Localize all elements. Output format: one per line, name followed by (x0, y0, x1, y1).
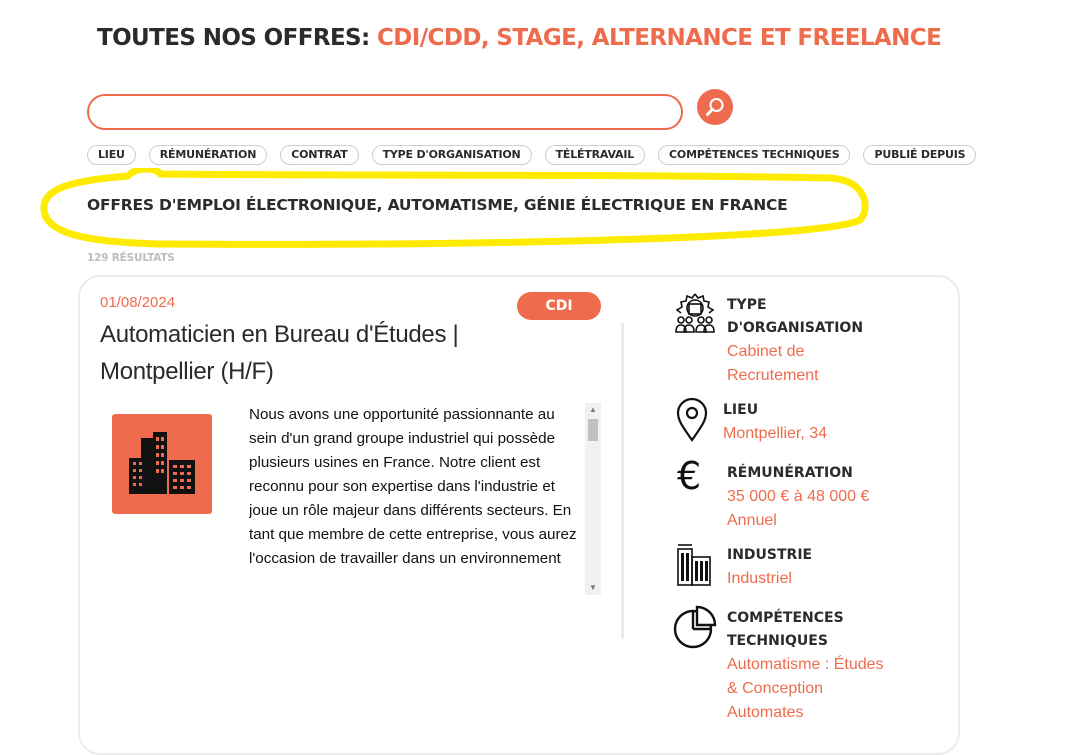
search-input[interactable] (87, 94, 683, 130)
job-description-text: Nous avons une opportunité passionnante … (249, 406, 577, 567)
competences-value-3: Automates (727, 704, 804, 721)
detail-remuneration: RÉMUNÉRATION 35 000 € à 48 000 € Annuel (727, 462, 869, 533)
filter-contrat[interactable]: CONTRAT (280, 145, 359, 165)
competences-label-1: COMPÉTENCES (727, 610, 844, 626)
industry-building-icon (677, 544, 711, 586)
industrie-value: Industriel (727, 570, 792, 587)
job-date: 01/08/2024 (100, 294, 176, 311)
filter-publie-depuis[interactable]: PUBLIÉ DEPUIS (863, 145, 977, 165)
filter-competences[interactable]: COMPÉTENCES TECHNIQUES (658, 145, 851, 165)
location-pin-icon (676, 398, 708, 442)
organisation-label-2: D'ORGANISATION (727, 320, 864, 336)
competences-value-1: Automatisme : Études (727, 656, 884, 673)
scroll-up-arrow-icon[interactable]: ▲ (585, 403, 601, 417)
results-count: 129 RÉSULTATS (87, 252, 175, 264)
page-title: TOUTES NOS OFFRES: CDI/CDD, STAGE, ALTER… (97, 25, 942, 51)
industrie-label: INDUSTRIE (727, 547, 813, 563)
detail-lieu: LIEU Montpellier, 34 (723, 399, 827, 446)
job-title-line-1: Automaticien en Bureau d'Études | (100, 321, 459, 348)
description-scrollbar[interactable]: ▲ ▼ (585, 403, 601, 595)
building-icon (129, 432, 195, 494)
organisation-label-1: TYPE (727, 297, 767, 313)
job-description[interactable]: Nous avons une opportunité passionnante … (249, 403, 601, 595)
search-icon (706, 98, 724, 116)
organisation-value-1: Cabinet de (727, 343, 805, 360)
lieu-label: LIEU (723, 402, 759, 418)
detail-industrie: INDUSTRIE Industriel (727, 544, 812, 591)
job-title-line-2: Montpellier (H/F) (100, 358, 274, 385)
scrollbar-thumb[interactable] (588, 419, 598, 441)
competences-label-2: TECHNIQUES (727, 633, 828, 649)
results-heading: OFFRES D'EMPLOI ÉLECTRONIQUE, AUTOMATISM… (87, 196, 788, 214)
company-logo (112, 414, 212, 514)
detail-competences: COMPÉTENCES TECHNIQUES Automatisme : Étu… (727, 607, 884, 725)
job-title[interactable]: Automaticien en Bureau d'Études | Montpe… (100, 316, 600, 390)
euro-icon: € (677, 454, 702, 498)
detail-organisation: TYPE D'ORGANISATION Cabinet de Recruteme… (727, 294, 863, 388)
scroll-down-arrow-icon[interactable]: ▼ (585, 581, 601, 595)
filter-teletravail[interactable]: TÉLÉTRAVAIL (544, 145, 646, 165)
filter-type-organisation[interactable]: TYPE D'ORGANISATION (371, 145, 532, 165)
remuneration-value-1: 35 000 € à 48 000 € (727, 488, 870, 505)
remuneration-label: RÉMUNÉRATION (727, 465, 853, 481)
divider (621, 323, 624, 639)
filter-remuneration[interactable]: RÉMUNÉRATION (148, 145, 268, 165)
organisation-value-2: Recrutement (727, 367, 819, 384)
filter-bar: LIEU RÉMUNÉRATION CONTRAT TYPE D'ORGANIS… (87, 145, 977, 165)
filter-lieu[interactable]: LIEU (87, 145, 136, 165)
page-title-main: TOUTES NOS OFFRES: (97, 25, 378, 51)
search-button[interactable] (697, 89, 733, 125)
lieu-value: Montpellier, 34 (723, 425, 828, 442)
pie-chart-icon (673, 605, 717, 649)
remuneration-value-2: Annuel (727, 512, 777, 529)
organisation-icon (675, 293, 715, 333)
competences-value-2: & Conception (727, 680, 824, 697)
page-title-accent: CDI/CDD, STAGE, ALTERNANCE ET FREELANCE (377, 25, 942, 51)
